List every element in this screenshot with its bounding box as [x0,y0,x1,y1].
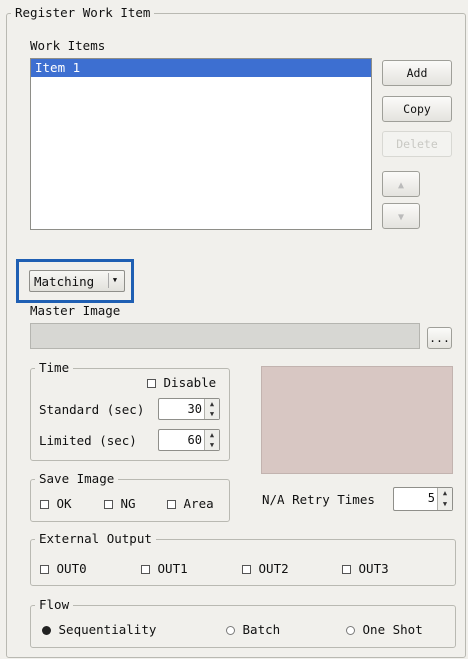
mode-select-value: Matching [34,274,95,289]
save-area-checkbox[interactable]: Area [167,496,214,511]
spin-up-icon[interactable]: ▲ [205,430,219,440]
move-up-button[interactable]: ▲ [382,171,420,197]
external-output-title: External Output [39,531,152,546]
standard-label: Standard (sec) [39,402,145,417]
time-title: Time [39,360,70,375]
move-down-button[interactable]: ▼ [382,203,420,229]
limited-time-spinner[interactable]: 60 ▲ ▼ [158,429,220,451]
na-retry-spinner[interactable]: 5 ▲ ▼ [393,487,453,511]
spin-down-icon[interactable]: ▼ [205,440,219,450]
checkbox-icon[interactable] [40,565,49,574]
out2-checkbox[interactable]: OUT2 [242,561,289,576]
save-ng-checkbox[interactable]: NG [104,496,136,511]
browse-button[interactable]: ... [427,327,452,349]
group-title: Register Work Item [15,5,151,20]
out0-checkbox[interactable]: OUT0 [40,561,87,576]
na-retry-value: 5 [427,491,435,505]
checkbox-icon[interactable] [141,565,150,574]
out1-checkbox[interactable]: OUT1 [141,561,188,576]
copy-button[interactable]: Copy [382,96,452,122]
disable-checkbox-box[interactable] [147,379,156,388]
arrow-up-icon: ▲ [397,180,405,191]
standard-time-value: 30 [187,402,202,416]
checkbox-icon[interactable] [242,565,251,574]
checkbox-icon[interactable] [167,500,176,509]
radio-icon[interactable] [226,626,235,635]
list-item[interactable]: Item 1 [31,59,371,77]
checkbox-icon[interactable] [40,500,49,509]
na-retry-label: N/A Retry Times [262,492,375,507]
work-items-list[interactable]: Item 1 [30,58,372,230]
checkbox-icon[interactable] [104,500,113,509]
save-ok-checkbox[interactable]: OK [40,496,72,511]
mode-select[interactable]: Matching ▼ [29,270,125,292]
spin-down-icon[interactable]: ▼ [438,499,452,510]
arrow-down-icon: ▼ [397,212,405,223]
checkbox-icon[interactable] [342,565,351,574]
standard-time-spinner[interactable]: 30 ▲ ▼ [158,398,220,420]
flow-batch-radio[interactable]: Batch [226,622,280,637]
external-output-group: External Output [30,532,456,586]
add-button[interactable]: Add [382,60,452,86]
master-image-path-field[interactable] [30,323,420,349]
limited-label: Limited (sec) [39,433,137,448]
out3-checkbox[interactable]: OUT3 [342,561,389,576]
master-image-label: Master Image [30,303,121,318]
chevron-down-icon: ▼ [108,273,121,288]
master-image-preview [261,366,453,474]
spin-down-icon[interactable]: ▼ [205,409,219,419]
delete-button[interactable]: Delete [382,131,452,157]
save-image-title: Save Image [39,471,115,486]
spin-up-icon[interactable]: ▲ [438,488,452,499]
disable-checkbox[interactable]: Disable [147,375,216,390]
work-items-label: Work Items [30,38,106,53]
disable-label: Disable [163,375,217,390]
radio-selected-icon[interactable] [42,626,51,635]
spin-up-icon[interactable]: ▲ [205,399,219,409]
flow-one-shot-radio[interactable]: One Shot [346,622,423,637]
limited-time-value: 60 [187,433,202,447]
flow-sequentiality-radio[interactable]: Sequentiality [42,622,156,637]
flow-title: Flow [39,597,70,612]
radio-icon[interactable] [346,626,355,635]
